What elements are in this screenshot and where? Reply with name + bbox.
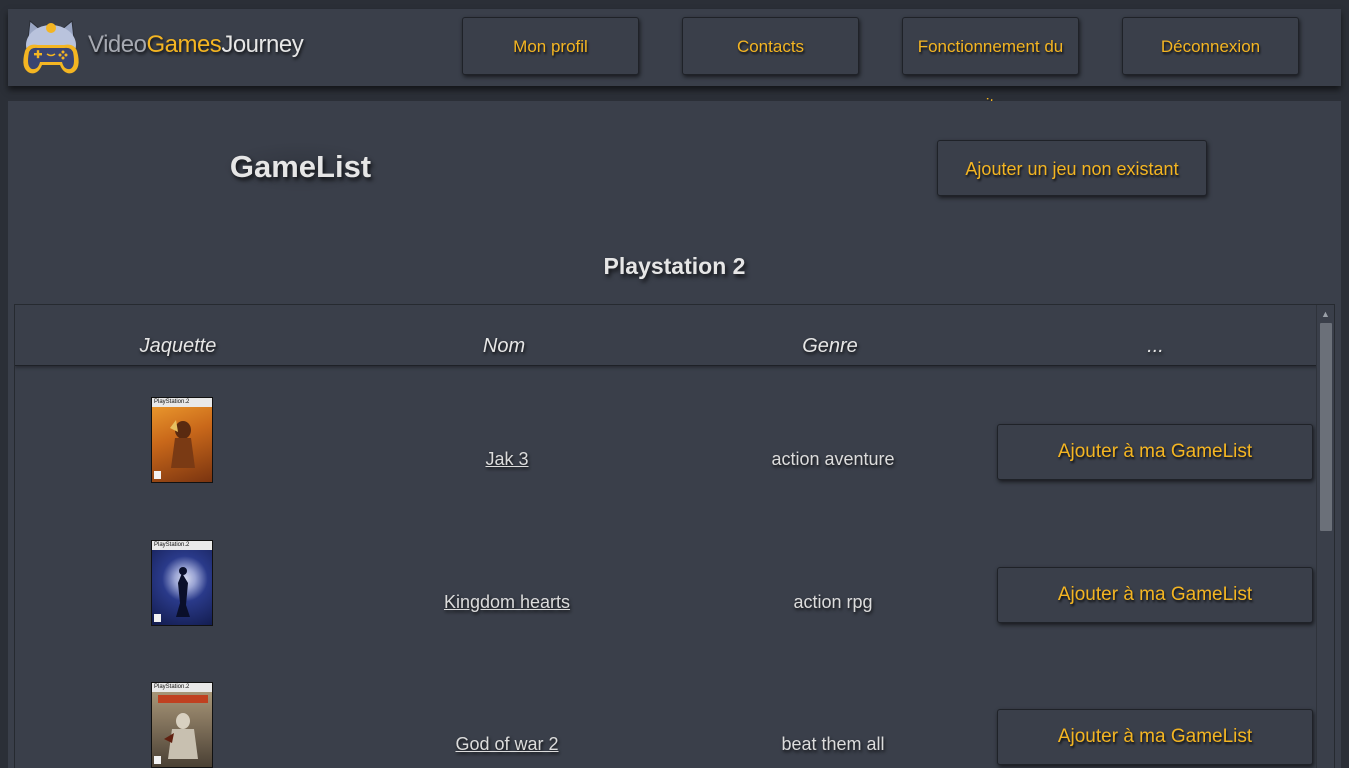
table-row: PlayStation.2 Kingdom hearts action rpg … <box>15 510 1318 652</box>
column-header-jaquette: Jaquette <box>139 335 217 357</box>
add-to-gamelist-button[interactable]: Ajouter à ma GameList <box>997 567 1313 623</box>
nav-deconnexion-button[interactable]: Déconnexion <box>1122 17 1299 75</box>
column-header-actions: ... <box>1147 335 1164 357</box>
add-to-gamelist-button[interactable]: Ajouter à ma GameList <box>997 424 1313 480</box>
cover-label: PlayStation.2 <box>154 399 190 405</box>
game-genre: beat them all <box>781 734 885 754</box>
table-row: PlayStation.2 Jak 3 action aventure Ajou… <box>15 367 1318 509</box>
game-name-link[interactable]: Kingdom hearts <box>346 510 668 652</box>
main-panel: GameList Ajouter un jeu non existant Pla… <box>8 101 1341 768</box>
cover-image: PlayStation.2 <box>151 397 213 483</box>
game-genre: action rpg <box>793 592 873 612</box>
cover-label: PlayStation.2 <box>154 542 190 548</box>
game-table: Jaquette Nom Genre ... PlayStation.2 Jak… <box>14 304 1335 768</box>
table-header: Jaquette Nom Genre ... <box>15 305 1318 366</box>
brand-part-journey: Journey <box>221 31 304 58</box>
platform-title: Playstation 2 <box>603 253 746 279</box>
add-game-button[interactable]: Ajouter un jeu non existant <box>937 140 1207 196</box>
scroll-thumb[interactable] <box>1320 323 1332 531</box>
nav-fonctionnement-button[interactable]: Fonctionnement du site <box>902 17 1079 114</box>
nav-contacts-button[interactable]: Contacts <box>682 17 859 75</box>
game-genre: action aventure <box>771 449 895 469</box>
game-name-link[interactable]: God of war 2 <box>346 652 668 768</box>
brand-part-games: Games <box>146 31 222 58</box>
brand-part-video: Video <box>88 31 147 58</box>
column-header-nom: Nom <box>482 335 526 357</box>
game-name-link[interactable]: Jak 3 <box>346 367 668 509</box>
cover-image: PlayStation.2 <box>151 540 213 626</box>
table-scrollbar[interactable]: ▲ <box>1316 305 1334 768</box>
table-row: PlayStation.2 God of war 2 beat them all… <box>15 652 1318 768</box>
add-to-gamelist-button[interactable]: Ajouter à ma GameList <box>997 709 1313 765</box>
nav-mon-profil-button[interactable]: Mon profil <box>462 17 639 75</box>
cover-art-icon <box>170 420 195 468</box>
gamepad-cat-logo-icon[interactable] <box>20 17 82 79</box>
cover-art-icon <box>176 567 190 617</box>
cover-art-icon <box>164 713 198 759</box>
page-title: GameList <box>218 141 383 193</box>
column-header-genre: Genre <box>802 335 858 357</box>
cover-label: PlayStation.2 <box>154 684 190 690</box>
cover-image: PlayStation.2 <box>151 682 213 768</box>
site-brand[interactable]: VideoGamesJourney <box>88 31 304 59</box>
cover-title-banner <box>158 695 208 703</box>
top-bar: VideoGamesJourney Mon profil Contacts Fo… <box>8 9 1341 114</box>
scroll-up-arrow-icon[interactable]: ▲ <box>1317 307 1334 321</box>
